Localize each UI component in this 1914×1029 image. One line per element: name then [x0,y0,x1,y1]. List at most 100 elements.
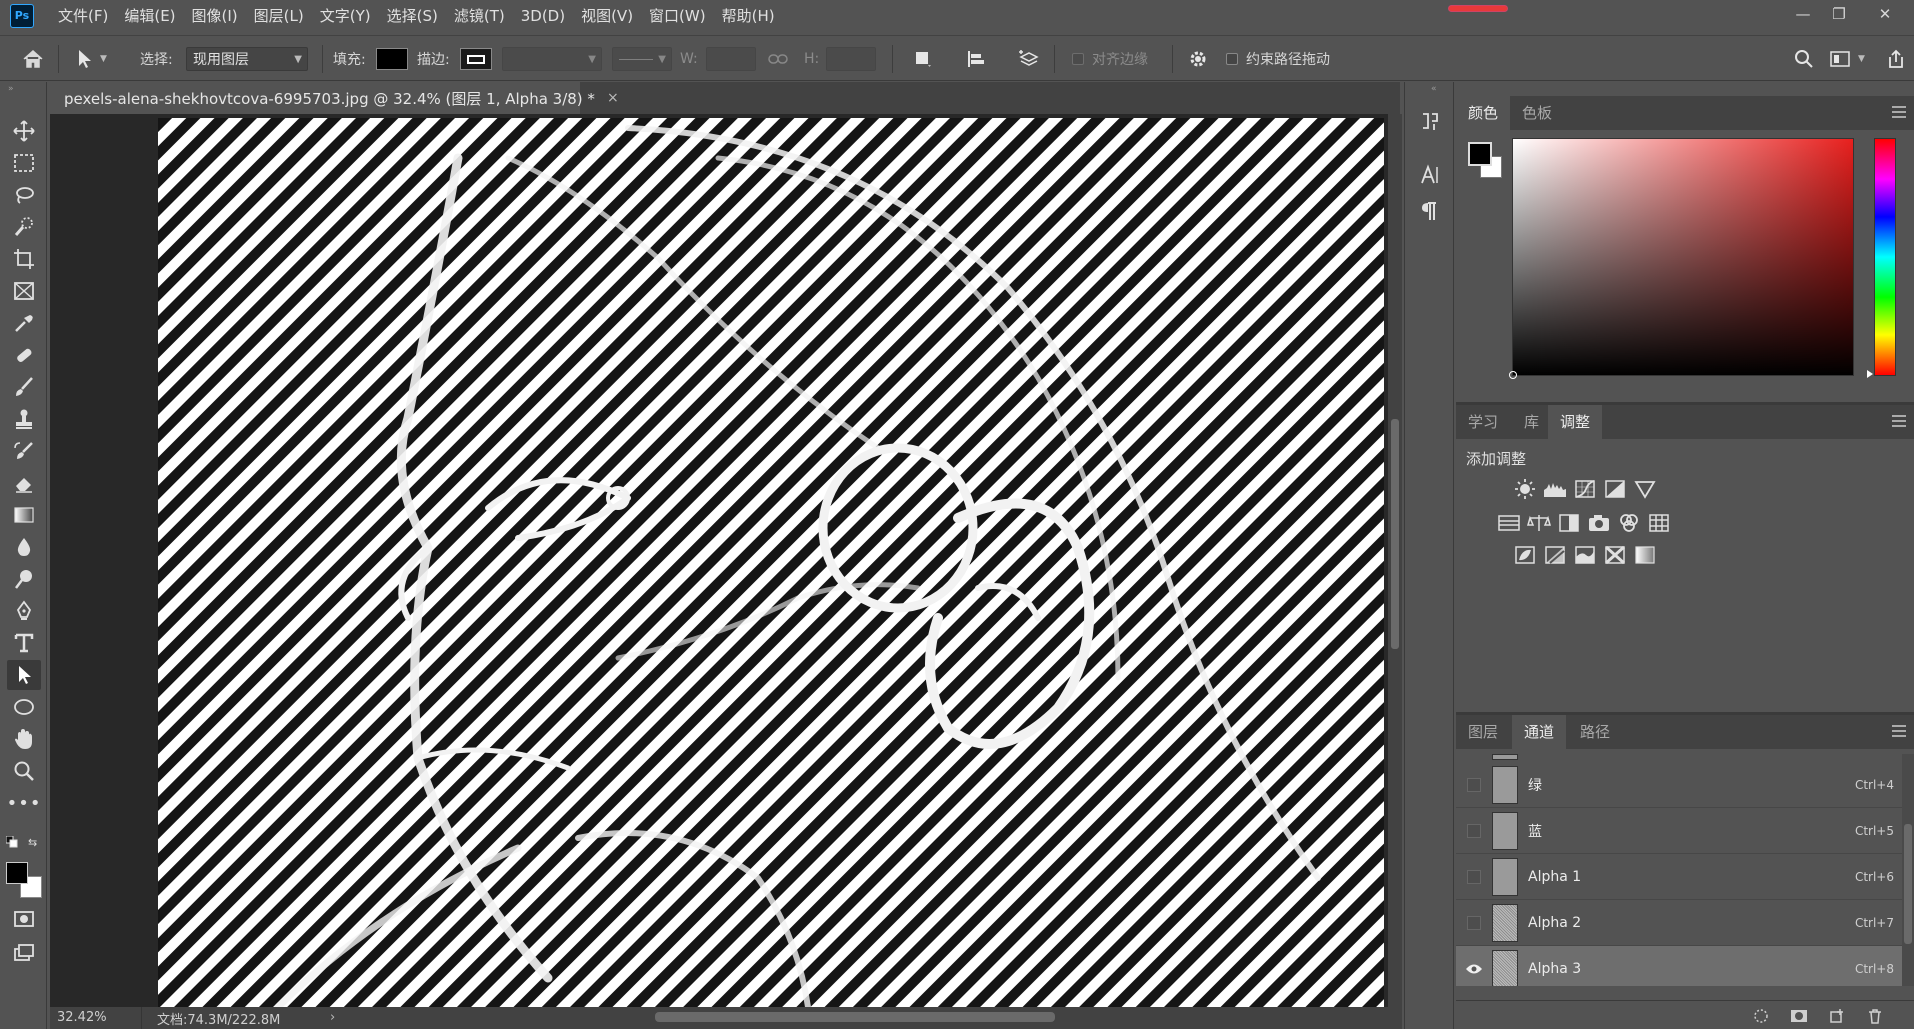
invert-icon[interactable] [1512,544,1538,566]
scroll-thumb[interactable] [1391,419,1399,649]
tab-swatches[interactable]: 色板 [1510,96,1564,130]
posterize-icon[interactable] [1542,544,1568,566]
status-menu-arrow-icon[interactable]: › [330,1007,335,1029]
history-panel-button[interactable] [1417,108,1443,134]
panel-menu-icon[interactable] [1892,106,1906,118]
hue-slider-handle-icon[interactable] [1867,370,1873,378]
collapse-toolbar-icon[interactable]: » [8,84,14,94]
swap-colors-icon[interactable]: ⇆ [28,836,37,849]
delete-channel-button[interactable] [1866,1007,1884,1025]
healing-brush-tool[interactable] [7,340,41,370]
screen-mode-button[interactable] [7,938,41,968]
share-button[interactable] [1886,36,1906,82]
channel-visibility-toggle[interactable] [1456,808,1492,854]
frame-tool[interactable] [7,276,41,306]
new-channel-button[interactable] [1828,1007,1846,1025]
channel-visibility-toggle[interactable] [1456,946,1492,987]
brightness-contrast-icon[interactable] [1512,478,1538,500]
align-edges-checkbox[interactable]: 对齐边缘 [1072,36,1148,82]
curves-icon[interactable] [1572,478,1598,500]
edit-toolbar-button[interactable]: ••• [7,788,41,818]
lasso-tool[interactable] [7,180,41,210]
history-brush-tool[interactable] [7,436,41,466]
ellipse-tool[interactable] [7,692,41,722]
quick-selection-tool[interactable] [7,212,41,242]
settings-button[interactable] [1188,36,1208,82]
exposure-icon[interactable] [1602,478,1628,500]
tab-channels[interactable]: 通道 [1512,715,1567,749]
path-selection-tool[interactable] [7,660,41,690]
channel-visibility-toggle[interactable] [1456,854,1492,900]
width-field[interactable] [706,47,756,71]
gradient-tool[interactable] [7,500,41,530]
photoshop-logo-icon[interactable]: Ps [10,4,34,28]
channels-scrollbar[interactable] [1902,754,1914,986]
zoom-tool[interactable] [7,756,41,786]
stroke-swatch[interactable] [460,48,492,70]
paragraph-panel-button[interactable] [1417,198,1443,224]
tab-paths[interactable]: 路径 [1568,715,1622,749]
tab-learn[interactable]: 学习 [1456,405,1510,439]
fill-swatch[interactable] [376,48,408,70]
tab-color[interactable]: 颜色 [1456,96,1511,130]
threshold-icon[interactable] [1572,544,1598,566]
eyedropper-tool[interactable] [7,308,41,338]
tool-preset-picker[interactable]: ▼ [76,36,107,82]
workspace-button[interactable]: ▼ [1830,36,1865,82]
tab-layers[interactable]: 图层 [1456,715,1510,749]
home-button[interactable] [22,36,44,82]
pen-tool[interactable] [7,596,41,626]
menu-image[interactable]: 图像(I) [184,0,246,32]
document-tab[interactable]: pexels-alena-shekhovtcova-6995703.jpg @ … [50,82,619,114]
color-lookup-icon[interactable] [1646,512,1672,534]
marquee-tool[interactable] [7,148,41,178]
dodge-tool[interactable] [7,564,41,594]
black-white-icon[interactable] [1556,512,1582,534]
height-field[interactable] [826,47,876,71]
move-tool[interactable] [7,116,41,146]
crop-tool[interactable] [7,244,41,274]
canvas-area[interactable] [50,114,1388,1007]
constrain-path-checkbox[interactable]: 约束路径拖动 [1226,36,1330,82]
select-dropdown[interactable]: 现用图层 ▼ [186,47,308,71]
menu-help[interactable]: 帮助(H) [714,0,783,32]
menu-3d[interactable]: 3D(D) [513,0,573,32]
canvas-horizontal-scroll-thumb[interactable] [655,1012,1055,1022]
canvas-vertical-scrollbar[interactable] [1388,114,1402,1007]
stroke-width-field[interactable]: ▼ [502,47,602,71]
panel-menu-icon[interactable] [1892,415,1906,427]
load-channel-as-selection-button[interactable] [1752,1007,1770,1025]
channel-visibility-toggle[interactable] [1456,762,1492,808]
type-tool[interactable] [7,628,41,658]
foreground-color-swatch[interactable] [1468,142,1492,166]
character-panel-button[interactable] [1417,162,1443,188]
channel-mixer-icon[interactable] [1616,512,1642,534]
menu-filter[interactable]: 滤镜(T) [446,0,513,32]
menu-select[interactable]: 选择(S) [379,0,446,32]
foreground-background-swatches[interactable] [6,862,42,898]
minimize-button[interactable]: — [1788,3,1818,25]
path-arrangement-button[interactable] [1018,36,1040,82]
channel-row-green[interactable]: 绿 Ctrl+4 [1456,762,1904,808]
channel-row-alpha-1[interactable]: Alpha 1 Ctrl+6 [1456,854,1904,900]
image-canvas[interactable] [158,118,1384,1007]
channel-visibility-toggle[interactable] [1456,900,1492,946]
menu-view[interactable]: 视图(V) [573,0,641,32]
color-picker-handle[interactable] [1509,371,1517,379]
channel-row-blue[interactable]: 蓝 Ctrl+5 [1456,808,1904,854]
foreground-color-swatch[interactable] [6,862,28,884]
selective-color-icon[interactable] [1632,544,1658,566]
color-balance-icon[interactable] [1526,512,1552,534]
brush-tool[interactable] [7,372,41,402]
clone-stamp-tool[interactable] [7,404,41,434]
scroll-thumb[interactable] [1904,824,1912,944]
eraser-tool[interactable] [7,468,41,498]
blur-tool[interactable] [7,532,41,562]
close-button[interactable]: ✕ [1870,3,1900,25]
tab-libraries[interactable]: 库 [1512,405,1551,439]
menu-edit[interactable]: 编辑(E) [116,0,183,32]
vibrance-icon[interactable] [1632,478,1658,500]
tab-adjustments[interactable]: 调整 [1548,405,1603,439]
menu-window[interactable]: 窗口(W) [641,0,714,32]
photo-filter-icon[interactable] [1586,512,1612,534]
